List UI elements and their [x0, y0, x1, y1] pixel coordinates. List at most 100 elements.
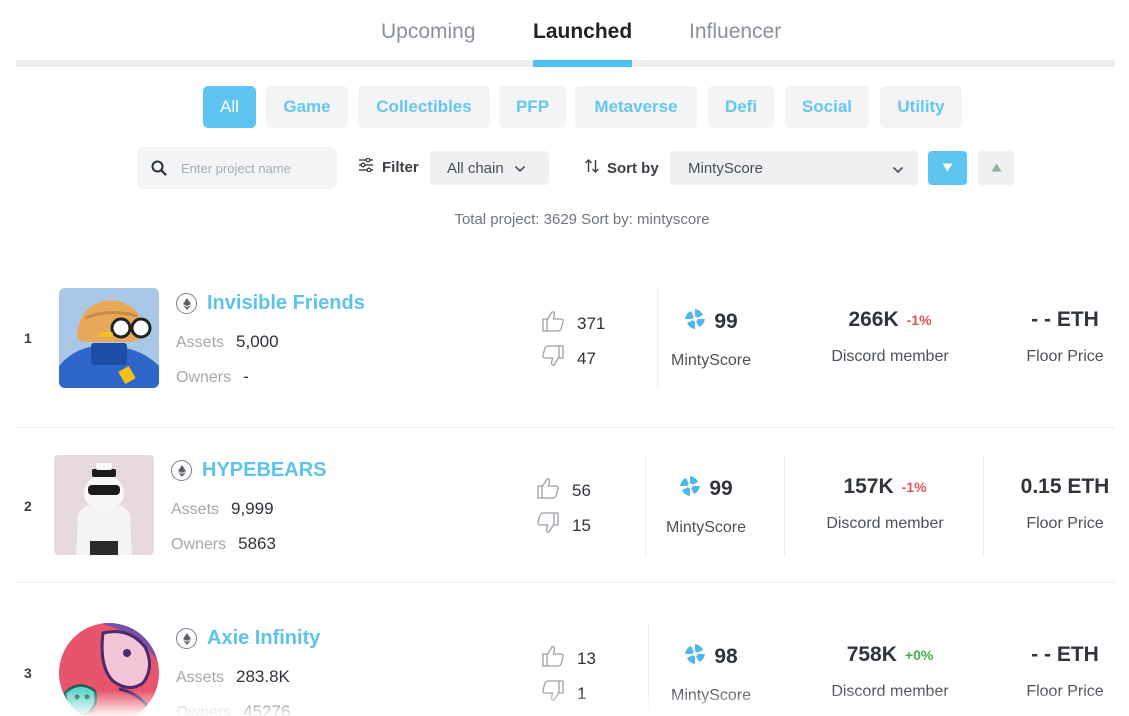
tab-launched[interactable]: Launched [533, 20, 633, 67]
project-image[interactable] [54, 455, 154, 555]
category-pfp[interactable]: PFP [499, 86, 566, 128]
category-game[interactable]: Game [266, 86, 348, 128]
project-row[interactable]: 2 HYPEBEARS Assets 9,999 Owners 5863 56 [16, 428, 1115, 583]
search-icon [137, 160, 181, 176]
triangle-down-icon [942, 159, 953, 177]
owners-value: - [243, 367, 249, 386]
column-divider [645, 456, 646, 556]
tab-influencer[interactable]: Influencer [689, 20, 781, 60]
score-label: MintyScore [665, 519, 747, 536]
project-rank: 1 [24, 330, 32, 346]
assets-label: Assets [171, 501, 220, 518]
thumbs-down-icon [541, 345, 565, 372]
total-summary: Total project: 3629 Sort by: mintyscore [454, 211, 710, 228]
floor-label: Floor Price [1026, 348, 1104, 365]
discord-label: Discord member [826, 515, 944, 532]
tab-upcoming[interactable]: Upcoming [381, 20, 476, 60]
category-social[interactable]: Social [785, 86, 869, 128]
search-input[interactable] [181, 160, 331, 176]
mintyscore-icon [684, 643, 706, 671]
project-rank: 3 [24, 665, 32, 681]
project-name-link[interactable]: Axie Infinity [176, 627, 320, 650]
floor-label: Floor Price [1026, 515, 1104, 532]
triangle-up-icon [991, 159, 1002, 177]
discord-label: Discord member [831, 348, 949, 365]
owners-label: Owners [171, 536, 227, 553]
sort-arrows-icon [584, 158, 600, 178]
score-value: 99 [709, 477, 733, 500]
like-button[interactable]: 371 [541, 310, 605, 337]
sort-select[interactable]: MintyScore [670, 151, 918, 185]
thumbs-up-icon [541, 645, 565, 672]
dislike-count: 47 [577, 348, 596, 368]
chevron-down-icon [892, 161, 904, 178]
bottom-fade [0, 690, 1129, 716]
discord-stat: 157K -1% Discord member [796, 475, 974, 533]
discord-stat: 266K -1% Discord member [801, 308, 979, 366]
assets-value: 9,999 [231, 499, 274, 518]
dislike-button[interactable]: 47 [541, 345, 596, 372]
column-divider [657, 288, 658, 388]
sort-label-group: Sort by [584, 158, 659, 178]
filter-label: Filter [382, 158, 419, 176]
discord-change: +0% [904, 647, 934, 663]
mintyscore-icon [679, 475, 701, 503]
category-utility[interactable]: Utility [880, 86, 962, 128]
dislike-button[interactable]: 15 [536, 512, 591, 539]
like-count: 56 [572, 480, 591, 500]
owners-value: 5863 [238, 534, 276, 553]
discord-value: 758K [846, 643, 897, 666]
like-button[interactable]: 56 [536, 477, 591, 504]
thumbs-up-icon [541, 310, 565, 337]
discord-value: 266K [848, 308, 899, 331]
ethereum-icon [171, 460, 192, 481]
dislike-count: 15 [572, 515, 591, 535]
column-divider [784, 456, 785, 556]
mintyscore-icon [684, 308, 706, 336]
project-image[interactable] [59, 288, 159, 388]
project-rank: 2 [24, 498, 32, 514]
discord-change: -1% [901, 479, 927, 495]
sort-ascending-button[interactable] [978, 151, 1014, 185]
thumbs-up-icon [536, 477, 560, 504]
filter-sliders-icon [358, 157, 374, 176]
category-defi[interactable]: Defi [708, 86, 774, 128]
mintyscore-stat: 99 MintyScore [661, 308, 761, 370]
assets-label: Assets [176, 334, 225, 351]
like-button[interactable]: 13 [541, 645, 596, 672]
project-name-link[interactable]: Invisible Friends [176, 292, 365, 315]
score-value: 98 [714, 645, 738, 668]
category-collectibles[interactable]: Collectibles [358, 86, 490, 128]
project-name-link[interactable]: HYPEBEARS [171, 459, 326, 482]
floor-value: 0.15 ETH [1020, 475, 1110, 498]
discord-change: -1% [906, 312, 932, 328]
floor-price-stat: - - ETH Floor Price [1011, 308, 1119, 366]
category-all[interactable]: All [203, 86, 256, 128]
ethereum-icon [176, 628, 197, 649]
project-assets: Assets 283.8K [176, 667, 290, 687]
thumbs-down-icon [536, 512, 560, 539]
floor-price-stat: 0.15 ETH Floor Price [1011, 475, 1119, 533]
category-metaverse[interactable]: Metaverse [575, 86, 697, 128]
ethereum-icon [176, 293, 197, 314]
project-row[interactable]: 1 Invisible Friends Assets 5,000 Owners - … [16, 268, 1115, 428]
score-label: MintyScore [670, 352, 752, 369]
category-filter: All Game Collectibles PFP Metaverse Defi… [0, 86, 1129, 128]
chevron-down-icon [514, 160, 526, 177]
chain-select[interactable]: All chain [430, 151, 549, 185]
assets-label: Assets [176, 669, 225, 686]
project-name: HYPEBEARS [202, 459, 327, 481]
sort-label: Sort by [607, 159, 659, 177]
floor-value: - - ETH [1031, 643, 1099, 666]
like-count: 13 [577, 648, 596, 668]
assets-value: 5,000 [236, 332, 279, 351]
mintyscore-stat: 99 MintyScore [656, 475, 756, 537]
search-box [137, 147, 337, 189]
discord-value: 157K [843, 475, 894, 498]
sort-descending-button[interactable] [928, 151, 967, 185]
chain-select-value: All chain [447, 159, 504, 177]
sort-select-value: MintyScore [688, 159, 764, 177]
project-assets: Assets 5,000 [176, 332, 279, 352]
assets-value: 283.8K [236, 667, 290, 686]
project-name: Invisible Friends [207, 292, 365, 314]
